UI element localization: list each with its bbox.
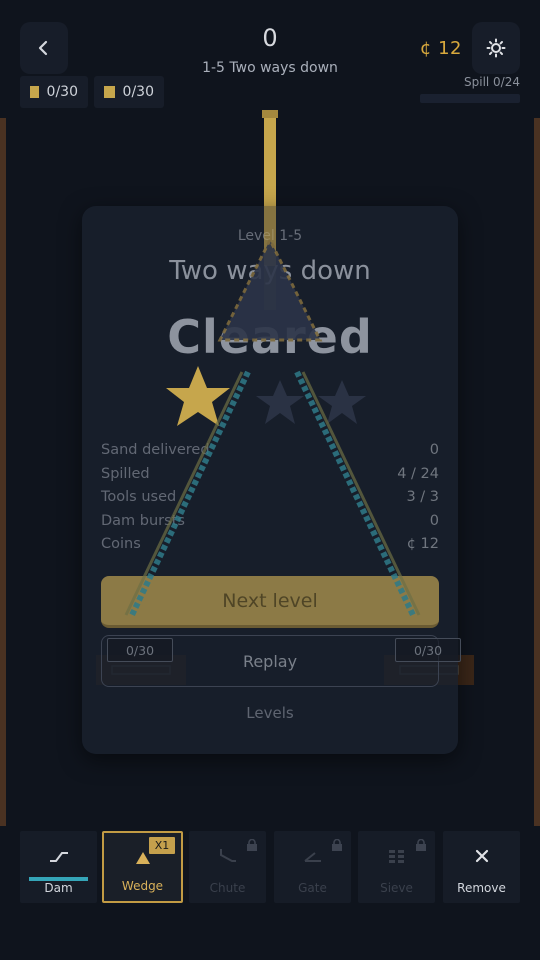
dam-icon xyxy=(49,852,68,862)
tool-gate[interactable]: Gate xyxy=(274,831,351,903)
stat-label: Sand delivered xyxy=(101,442,210,458)
bin-count-left: 0/30 xyxy=(107,638,173,662)
star-rating xyxy=(166,366,366,426)
stat-row: Sand delivered 0 xyxy=(101,442,439,466)
stat-label: Coins xyxy=(101,536,141,552)
tool-bar: Dam X1 Wedge Chute Gate Sieve Remove xyxy=(20,831,520,903)
stat-label: Dam bursts xyxy=(101,512,185,529)
close-icon xyxy=(475,849,488,863)
star-icon-empty xyxy=(318,380,366,424)
tool-label: Remove xyxy=(457,881,506,895)
star-icon-empty xyxy=(256,380,304,424)
tool-remove[interactable]: Remove xyxy=(443,831,520,903)
stat-value: 4 / 24 xyxy=(397,465,439,482)
chute-icon xyxy=(219,849,236,862)
levels-button[interactable]: Levels xyxy=(82,704,458,722)
cleared-heading: Cleared xyxy=(167,310,373,364)
tool-sieve[interactable]: Sieve xyxy=(358,831,435,903)
stat-row: Spilled 4 / 24 xyxy=(101,466,439,490)
tool-label: Chute xyxy=(209,881,246,895)
wedge-icon xyxy=(135,852,150,864)
tool-wedge[interactable]: X1 Wedge xyxy=(102,831,183,903)
stat-row: Dam bursts 0 xyxy=(101,513,439,537)
gate-icon xyxy=(303,852,321,862)
level-label: Level 1-5 xyxy=(237,228,303,244)
sieve-icon xyxy=(388,850,404,863)
tool-label: Sieve xyxy=(380,881,413,895)
stat-value: 0 xyxy=(429,512,439,529)
sand-pipe-cap xyxy=(262,110,278,118)
bin-count-right: 0/30 xyxy=(395,638,461,662)
stat-value: ¢ 12 xyxy=(406,536,439,552)
stat-value: 0 xyxy=(429,442,439,458)
stat-value: 3 / 3 xyxy=(406,489,439,505)
star-icon-earned xyxy=(166,366,230,426)
stats-list: Sand delivered 0 Spilled 4 / 24 Tools us… xyxy=(101,442,439,560)
stat-row: Tools used 3 / 3 xyxy=(101,489,439,513)
dam-selected-bar xyxy=(29,877,88,881)
tool-dam[interactable]: Dam xyxy=(20,831,97,903)
level-title: Two ways down xyxy=(169,256,371,286)
level-result-panel: Level 1-5 Two ways down Cleared Sand del… xyxy=(82,206,458,754)
tool-label: Dam xyxy=(44,881,73,895)
next-level-button[interactable]: Next level xyxy=(101,576,439,628)
stat-label: Spilled xyxy=(101,465,150,482)
stat-row: Coins ¢ 12 xyxy=(101,536,439,560)
tool-label: Gate xyxy=(298,881,327,895)
stat-label: Tools used xyxy=(101,489,177,505)
tool-label: Wedge xyxy=(121,879,164,893)
tool-chute[interactable]: Chute xyxy=(189,831,266,903)
